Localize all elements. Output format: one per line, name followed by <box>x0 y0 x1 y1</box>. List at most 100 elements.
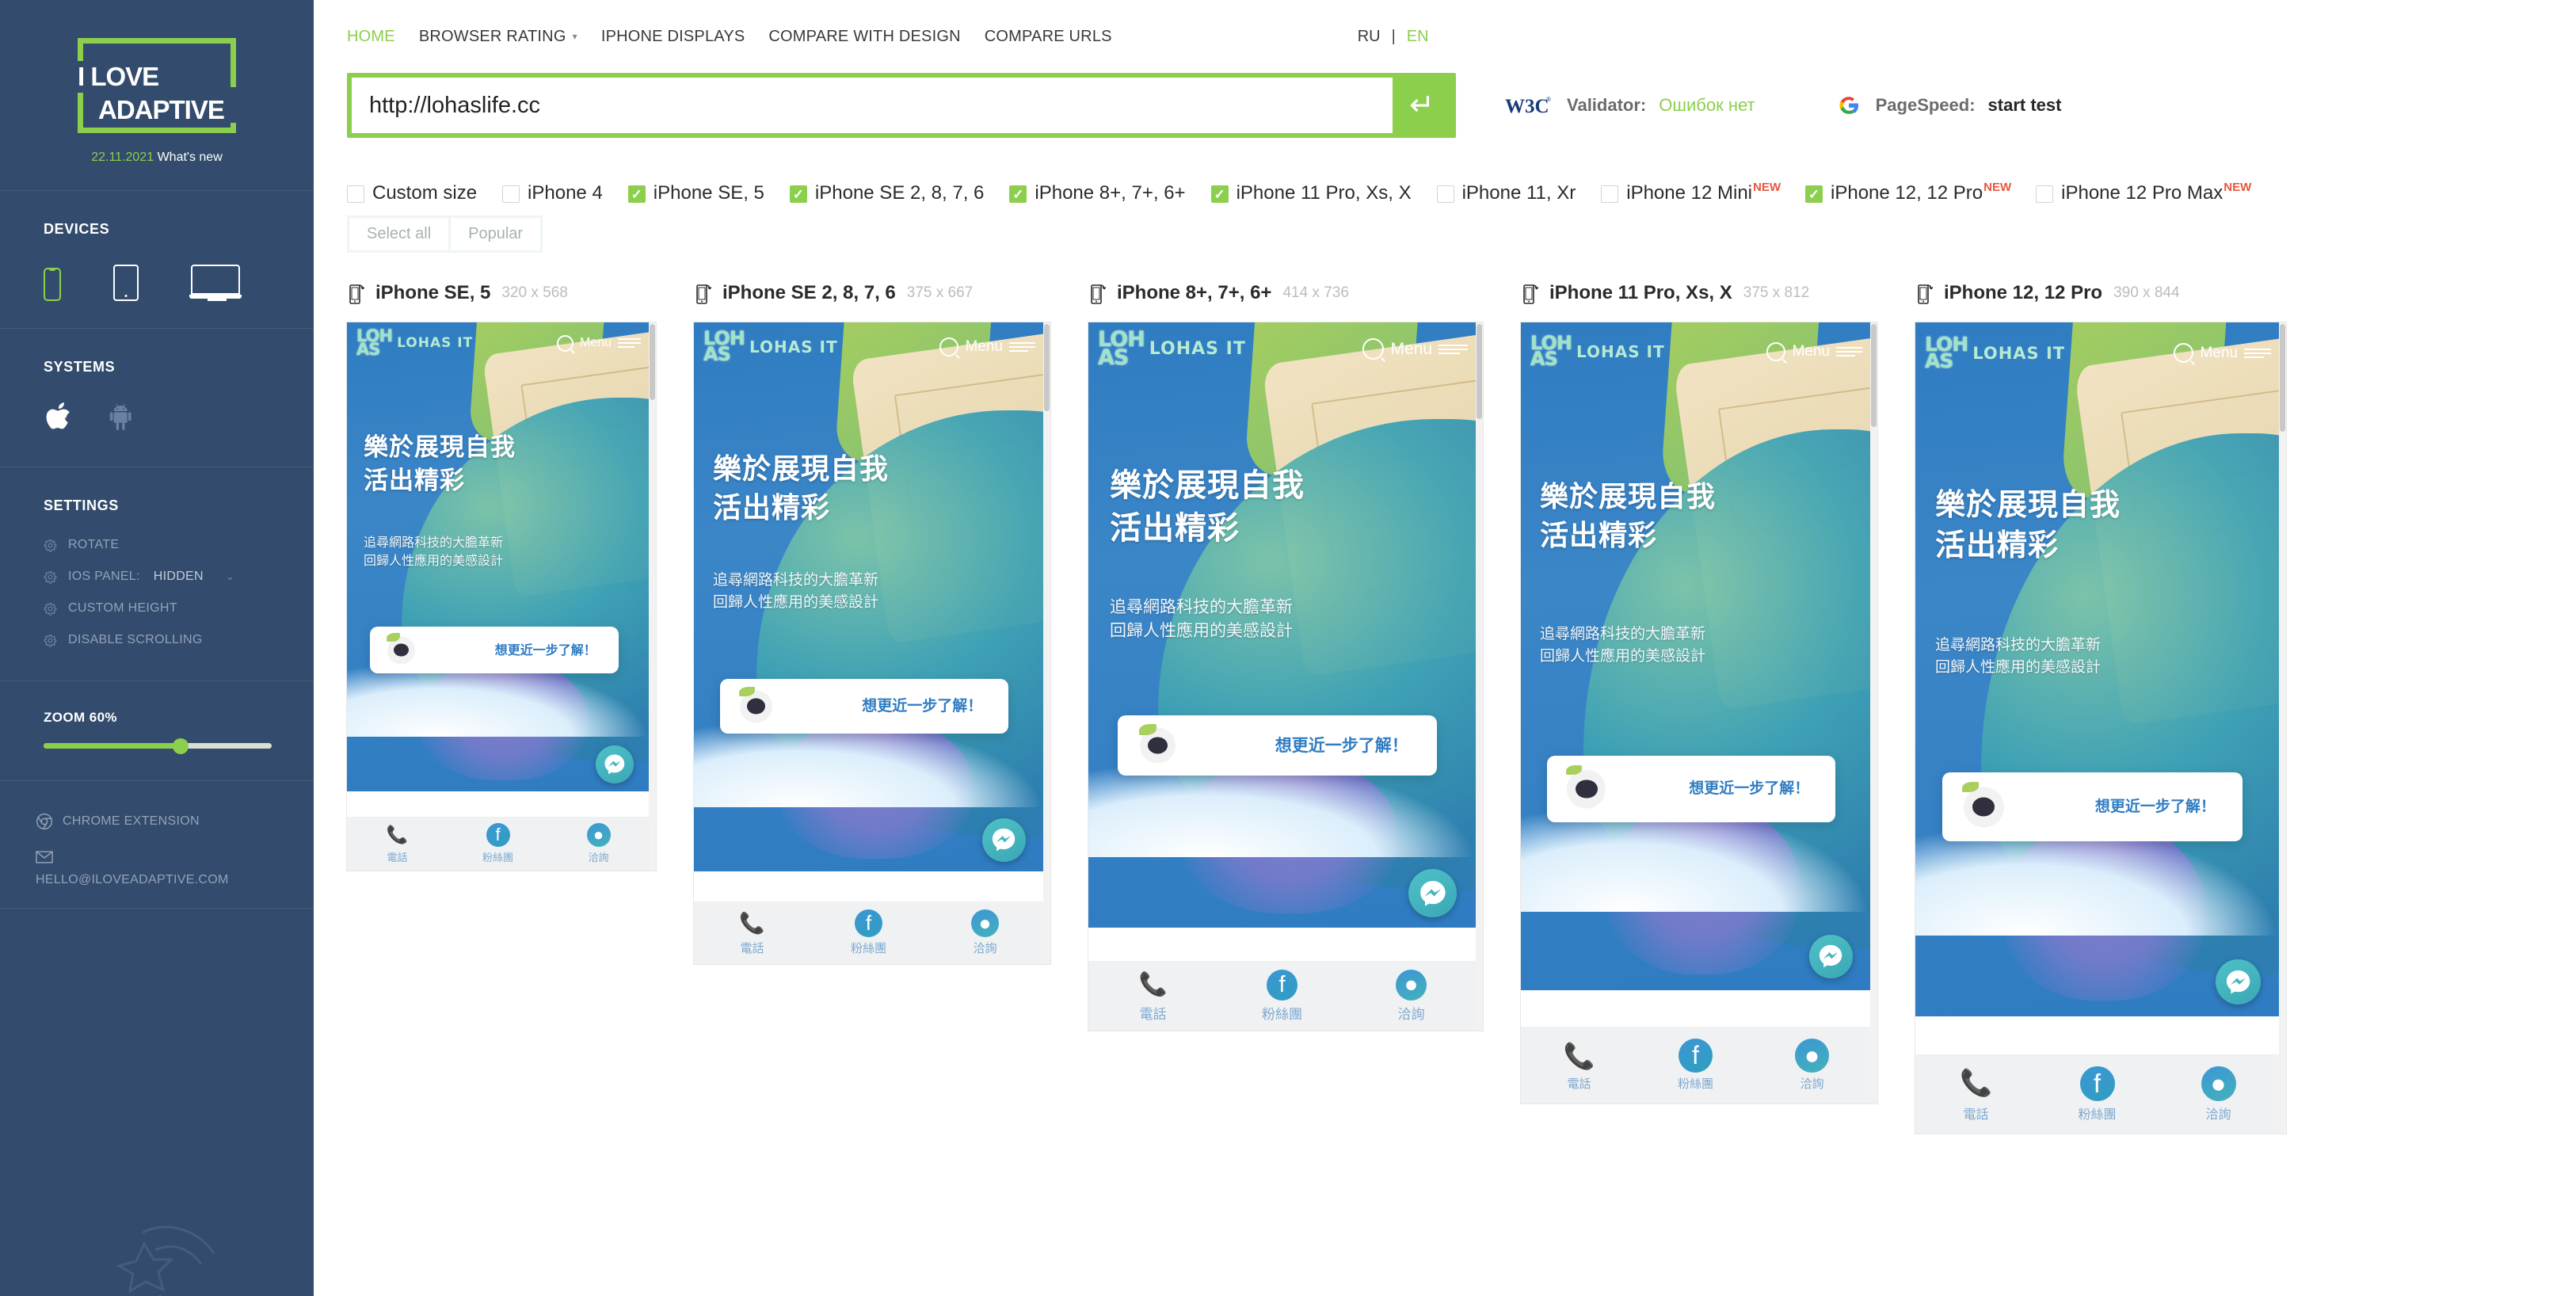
site-logo[interactable]: LOH AS LOHAS IT <box>1925 334 2065 370</box>
nav-item-compare-with-design[interactable]: COMPARE WITH DESIGN <box>768 28 960 46</box>
cta-card[interactable]: 想更近一步了解！ <box>1118 715 1437 776</box>
bottom-nav-item[interactable]: f 粉絲團 <box>448 823 548 864</box>
device-checkbox-iphone-12-pro-max[interactable]: iPhone 12 Pro MaxNEW <box>2036 181 2251 204</box>
device-preview-frame[interactable]: LOH AS LOHAS IT Menu 樂於展現自我 活出精彩 追尋網路科技的大膽… <box>347 322 656 871</box>
preview-scrollbar-thumb[interactable] <box>1871 324 1877 427</box>
preview-scrollbar-thumb[interactable] <box>1044 324 1050 411</box>
bottom-nav-item[interactable]: 📞 電話 <box>694 909 810 956</box>
device-preview-frame[interactable]: LOH AS LOHAS IT Menu 樂於展現自我 活出精彩 追尋網路科技的大膽… <box>1521 322 1877 1104</box>
bottom-nav-item[interactable]: ● 洽詢 <box>1754 1039 1870 1092</box>
device-checkbox-custom-size[interactable]: Custom size <box>347 182 477 204</box>
search-icon[interactable] <box>2174 343 2194 363</box>
rendered-page[interactable]: LOH AS LOHAS IT Menu 樂於展現自我 活出精彩 追尋網路科技的大膽… <box>1088 322 1476 1031</box>
bottom-nav-item[interactable]: f 粉絲團 <box>1218 969 1347 1023</box>
rotate-device-icon[interactable] <box>1917 281 1933 305</box>
bottom-nav-item[interactable]: ● 洽詢 <box>548 823 649 864</box>
device-preview-frame[interactable]: LOH AS LOHAS IT Menu 樂於展現自我 活出精彩 追尋網路科技的大膽… <box>1915 322 2286 1134</box>
bottom-nav-item[interactable]: ● 洽詢 <box>1347 969 1476 1023</box>
cta-card[interactable]: 想更近一步了解！ <box>1547 756 1835 822</box>
cta-card[interactable]: 想更近一步了解！ <box>1942 772 2243 841</box>
bottom-nav-item[interactable]: 📞 電話 <box>1088 970 1218 1023</box>
rendered-page[interactable]: LOH AS LOHAS IT Menu 樂於展現自我 活出精彩 追尋網路科技的大膽… <box>694 322 1043 964</box>
setting-rotate[interactable]: ROTATE <box>44 538 314 552</box>
bottom-nav-item[interactable]: 📞 電話 <box>347 823 448 864</box>
preview-scrollbar-thumb[interactable] <box>2280 324 2285 432</box>
device-checkbox-iphone-11-xr[interactable]: iPhone 11, Xr <box>1436 182 1576 204</box>
menu-label[interactable]: Menu <box>965 338 1003 356</box>
url-submit-button[interactable]: ↵ <box>1393 78 1451 133</box>
cta-card[interactable]: 想更近一步了解！ <box>720 679 1008 734</box>
menu-label[interactable]: Menu <box>1390 340 1432 359</box>
rotate-device-icon[interactable] <box>695 281 711 305</box>
messenger-fab-button[interactable] <box>982 818 1026 862</box>
whats-new-link[interactable]: 22.11.2021 What's new <box>0 151 314 165</box>
nav-item-home[interactable]: HOME <box>347 28 395 46</box>
search-icon[interactable] <box>1766 342 1786 361</box>
hamburger-menu-icon[interactable] <box>1836 347 1862 356</box>
lang-en[interactable]: EN <box>1407 28 1429 46</box>
preview-scrollbar[interactable] <box>2279 322 2286 1134</box>
preview-scrollbar[interactable] <box>649 322 656 871</box>
rotate-device-icon[interactable] <box>1522 281 1538 305</box>
messenger-fab-button[interactable] <box>1809 935 1853 978</box>
messenger-fab-button[interactable] <box>596 745 634 783</box>
email-link[interactable]: HELLO@ILOVEADAPTIVE.COM <box>36 851 314 887</box>
rendered-page[interactable]: LOH AS LOHAS IT Menu 樂於展現自我 活出精彩 追尋網路科技的大膽… <box>1915 322 2279 1134</box>
nav-item-iphone-displays[interactable]: IPHONE DISPLAYS <box>601 28 745 46</box>
hamburger-menu-icon[interactable] <box>618 338 641 348</box>
setting-ios-panel[interactable]: IOS PANEL: HIDDEN ⌄ <box>44 570 314 584</box>
preview-scrollbar[interactable] <box>1476 322 1483 1031</box>
preview-scrollbar[interactable] <box>1043 322 1050 964</box>
device-checkbox-iphone-4[interactable]: iPhone 4 <box>502 182 603 204</box>
bottom-nav-item[interactable]: f 粉絲團 <box>2037 1065 2158 1123</box>
brand-logo[interactable]: I LOVE ADAPTIVE <box>0 0 314 133</box>
device-preview-frame[interactable]: LOH AS LOHAS IT Menu 樂於展現自我 活出精彩 追尋網路科技的大膽… <box>1088 322 1483 1031</box>
select-all-button[interactable]: Select all <box>349 218 449 250</box>
chevron-down-icon[interactable]: ⌄ <box>226 570 234 583</box>
bottom-nav-item[interactable]: 📞 電話 <box>1521 1039 1637 1092</box>
sidebar-system-ios[interactable] <box>44 399 75 440</box>
site-logo[interactable]: LOH AS LOHAS IT <box>356 327 473 357</box>
rotate-device-icon[interactable] <box>1090 281 1106 305</box>
messenger-fab-button[interactable] <box>2216 959 2261 1004</box>
device-checkbox-iphone-se-2-8-7-6[interactable]: iPhone SE 2, 8, 7, 6 <box>789 182 984 204</box>
popular-button[interactable]: Popular <box>451 218 541 250</box>
bottom-nav-item[interactable]: ● 洽詢 <box>2158 1065 2279 1123</box>
cta-card[interactable]: 想更近一步了解！ <box>370 627 619 673</box>
search-icon[interactable] <box>1362 338 1385 360</box>
device-checkbox-iphone-11-pro-xs-x[interactable]: iPhone 11 Pro, Xs, X <box>1210 182 1412 204</box>
hamburger-menu-icon[interactable] <box>1009 341 1035 352</box>
bottom-nav-item[interactable]: ● 洽詢 <box>927 909 1043 956</box>
rendered-page[interactable]: LOH AS LOHAS IT Menu 樂於展現自我 活出精彩 追尋網路科技的大膽… <box>347 322 649 871</box>
zoom-slider[interactable] <box>44 738 272 754</box>
preview-scrollbar-thumb[interactable] <box>650 324 655 400</box>
sidebar-device-tablet[interactable] <box>113 265 139 301</box>
setting-disable-scrolling[interactable]: DISABLE SCROLLING <box>44 633 314 647</box>
rendered-page[interactable]: LOH AS LOHAS IT Menu 樂於展現自我 活出精彩 追尋網路科技的大膽… <box>1521 322 1870 1104</box>
sidebar-system-android[interactable] <box>107 399 139 440</box>
device-preview-frame[interactable]: LOH AS LOHAS IT Menu 樂於展現自我 活出精彩 追尋網路科技的大膽… <box>694 322 1050 964</box>
pagespeed-badge[interactable]: PageSpeed: start test <box>1835 91 2062 120</box>
menu-label[interactable]: Menu <box>2200 345 2238 362</box>
hamburger-menu-icon[interactable] <box>1439 344 1468 354</box>
setting-custom-height[interactable]: CUSTOM HEIGHT <box>44 601 314 616</box>
lang-ru[interactable]: RU <box>1358 28 1381 46</box>
search-icon[interactable] <box>939 337 959 356</box>
messenger-fab-button[interactable] <box>1408 869 1457 917</box>
w3c-validator-badge[interactable]: W3C ® Validator: Ошибок нет <box>1505 92 1755 119</box>
chrome-extension-link[interactable]: CHROME EXTENSION <box>36 813 314 830</box>
site-logo[interactable]: LOH AS LOHAS IT <box>1098 329 1246 368</box>
rotate-device-icon[interactable] <box>349 281 364 305</box>
url-input[interactable] <box>352 78 1393 133</box>
device-checkbox-iphone-8-7-6[interactable]: iPhone 8+, 7+, 6+ <box>1009 182 1186 204</box>
sidebar-device-phone[interactable] <box>44 268 61 301</box>
device-checkbox-iphone-12-mini[interactable]: iPhone 12 MiniNEW <box>1601 181 1781 204</box>
bottom-nav-item[interactable]: f 粉絲團 <box>1637 1039 1754 1092</box>
zoom-slider-handle[interactable] <box>172 738 189 754</box>
device-checkbox-iphone-12-12-pro[interactable]: iPhone 12, 12 ProNEW <box>1805 181 2011 204</box>
nav-item-compare-urls[interactable]: COMPARE URLS <box>985 28 1112 46</box>
menu-label[interactable]: Menu <box>1792 343 1830 360</box>
search-icon[interactable] <box>556 334 574 352</box>
pagespeed-value[interactable]: start test <box>1988 95 2062 116</box>
hamburger-menu-icon[interactable] <box>2244 348 2271 358</box>
